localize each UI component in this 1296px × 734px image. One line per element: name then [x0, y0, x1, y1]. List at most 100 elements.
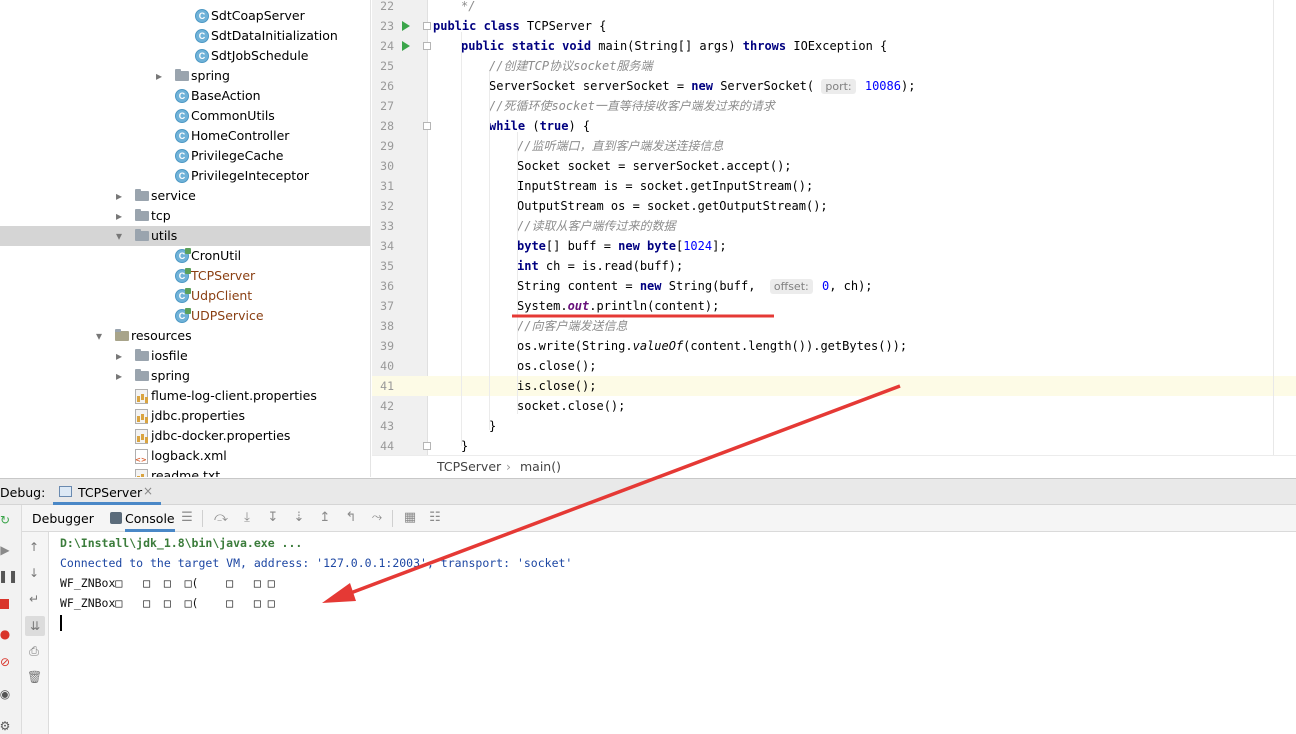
view-breakpoints-icon[interactable]: ●	[0, 627, 12, 641]
class-icon: C	[175, 129, 189, 143]
chevron-right-icon[interactable]: ▸	[113, 346, 125, 366]
tab-debugger[interactable]: Debugger	[32, 505, 94, 532]
stop-icon[interactable]	[0, 599, 9, 609]
code-line[interactable]: 32 OutputStream os = socket.getOutputStre…	[372, 196, 1296, 216]
tree-item[interactable]: C BaseAction	[0, 86, 370, 106]
chevron-right-icon[interactable]: ▸	[113, 366, 125, 386]
tree-item[interactable]: C PrivilegeCache	[0, 146, 370, 166]
tree-item[interactable]: C HomeController	[0, 126, 370, 146]
class-icon: C	[195, 9, 209, 23]
tree-item[interactable]: C PrivilegeInteceptor	[0, 166, 370, 186]
fold-marker-icon[interactable]	[423, 22, 431, 30]
code-line[interactable]: 43}	[372, 416, 1296, 436]
tree-item[interactable]: logback.xml	[0, 446, 370, 466]
tree-item[interactable]: C CommonUtils	[0, 106, 370, 126]
scroll-to-end-icon[interactable]: ⇊	[25, 616, 45, 636]
tree-item[interactable]: ▸ service	[0, 186, 370, 206]
up-arrow-icon[interactable]: ↑	[27, 540, 41, 554]
code-line[interactable]: 23 public class TCPServer {	[372, 16, 1296, 36]
fold-marker-icon[interactable]	[423, 442, 431, 450]
camera-icon[interactable]: ◉	[0, 687, 12, 701]
step-into-icon[interactable]: ↧	[266, 511, 280, 525]
chevron-right-icon[interactable]: ▸	[153, 66, 165, 86]
chevron-down-icon[interactable]: ▾	[93, 326, 105, 346]
debug-session-tab[interactable]: TCPServer ×	[53, 479, 161, 505]
step-out-icon[interactable]: ↥	[318, 511, 332, 525]
rerun-icon[interactable]: ↻	[0, 513, 12, 527]
close-tab-icon[interactable]: ×	[143, 484, 153, 498]
trace-icon[interactable]: ☷	[428, 511, 442, 525]
code-line[interactable]: 39 os.write(String.valueOf(content.length…	[372, 336, 1296, 356]
down-arrow-icon[interactable]: ↓	[27, 566, 41, 580]
chevron-right-icon[interactable]: ▸	[113, 206, 125, 226]
tree-item[interactable]: ▾ resources	[0, 326, 370, 346]
console-output[interactable]: D:\Install\jdk_1.8\bin\java.exe ... Conne…	[50, 532, 1296, 734]
code-line[interactable]: 34 byte[] buff = new byte[1024];	[372, 236, 1296, 256]
tree-item[interactable]: ▸ spring	[0, 66, 370, 86]
tree-item-label: PrivilegeInteceptor	[191, 168, 309, 183]
evaluate-expression-icon[interactable]: ▦	[403, 511, 417, 525]
code-line[interactable]: 28 while (true) {	[372, 116, 1296, 136]
code-line[interactable]: 37 System.out.println(content);	[372, 296, 1296, 316]
indent-guide	[489, 72, 490, 430]
tree-item-label: SdtCoapServer	[211, 8, 305, 23]
tree-item[interactable]: C CronUtil	[0, 246, 370, 266]
code-line[interactable]: 22 */	[372, 0, 1296, 16]
code-line[interactable]: 36 String content = new String(buff, offs…	[372, 276, 1296, 296]
tree-item[interactable]: flume-log-client.properties	[0, 386, 370, 406]
tree-item[interactable]: C SdtCoapServer	[0, 6, 370, 26]
code-line[interactable]: 35 int ch = is.read(buff);	[372, 256, 1296, 276]
breadcrumb-method[interactable]: main()	[520, 456, 561, 478]
code-line[interactable]: 29 //监听端口，直到客户端发送连接信息	[372, 136, 1296, 156]
trash-icon[interactable]: 🗑	[27, 670, 42, 684]
tree-item[interactable]: ▸ spring	[0, 366, 370, 386]
tree-item[interactable]: ▸ tcp	[0, 206, 370, 226]
step-over-icon[interactable]: ⤓	[240, 511, 254, 525]
tree-item-label: jdbc-docker.properties	[151, 428, 291, 443]
tab-console[interactable]: Console	[125, 505, 175, 532]
code-line[interactable]: 27 //死循环使socket一直等待接收客户端发过来的请求	[372, 96, 1296, 116]
tree-item[interactable]: C SdtDataInitialization	[0, 26, 370, 46]
code-line[interactable]: 31 InputStream is = socket.getInputStream…	[372, 176, 1296, 196]
code-line[interactable]: 41 is.close();	[372, 376, 1296, 396]
properties-file-icon	[135, 389, 148, 404]
menu-icon[interactable]: ☰	[180, 511, 194, 525]
resume-icon[interactable]: ▶	[0, 543, 12, 557]
fold-marker-icon[interactable]	[423, 42, 431, 50]
tree-item[interactable]: C SdtJobSchedule	[0, 46, 370, 66]
run-to-cursor-icon[interactable]: ⤳	[370, 511, 384, 525]
breadcrumb-class[interactable]: TCPServer	[437, 456, 501, 478]
run-gutter-icon[interactable]	[402, 41, 410, 51]
tree-item[interactable]: C UDPService	[0, 306, 370, 326]
mute-breakpoints-icon[interactable]: ⊘	[0, 655, 12, 669]
tree-item[interactable]: jdbc.properties	[0, 406, 370, 426]
code-line[interactable]: 24 public static void main(String[] args)…	[372, 36, 1296, 56]
drop-frame-icon[interactable]: ↰	[344, 511, 358, 525]
pause-icon[interactable]: ❚❚	[0, 569, 18, 583]
run-gutter-icon[interactable]	[402, 21, 410, 31]
console-line: WF_ZNBox□ □ □ □( □ □ □	[60, 576, 275, 590]
print-icon[interactable]: ⎙	[27, 644, 41, 658]
tree-item[interactable]: ▸ iosfile	[0, 346, 370, 366]
tree-item[interactable]: jdbc-docker.properties	[0, 426, 370, 446]
tree-item[interactable]: C UdpClient	[0, 286, 370, 306]
code-line[interactable]: 42 socket.close();	[372, 396, 1296, 416]
settings-icon[interactable]: ⚙	[0, 719, 12, 733]
code-line[interactable]: 30 Socket socket = serverSocket.accept();	[372, 156, 1296, 176]
code-line[interactable]: 25 //创建TCP协议socket服务端	[372, 56, 1296, 76]
code-line[interactable]: 40 os.close();	[372, 356, 1296, 376]
code-line[interactable]: 26 ServerSocket serverSocket = new Server…	[372, 76, 1296, 96]
code-line[interactable]: 44}	[372, 436, 1296, 455]
chevron-down-icon[interactable]: ▾	[113, 226, 125, 246]
tree-item[interactable]: ▾ utils	[0, 226, 370, 246]
tree-item[interactable]: readme.txt	[0, 466, 370, 477]
code-line[interactable]: 33 //读取从客户端传过来的数据	[372, 216, 1296, 236]
chevron-right-icon[interactable]: ▸	[113, 186, 125, 206]
code-line[interactable]: 38 //向客户端发送信息	[372, 316, 1296, 336]
soft-wrap-icon[interactable]: ↵	[27, 592, 41, 606]
tree-item[interactable]: C TCPServer	[0, 266, 370, 286]
force-step-into-icon[interactable]: ⇣	[292, 511, 306, 525]
code-editor[interactable]: 22 */ 23 public class TCPServer {24 public s…	[372, 0, 1296, 455]
show-execution-point-icon[interactable]: ⤼	[214, 511, 228, 525]
fold-marker-icon[interactable]	[423, 122, 431, 130]
